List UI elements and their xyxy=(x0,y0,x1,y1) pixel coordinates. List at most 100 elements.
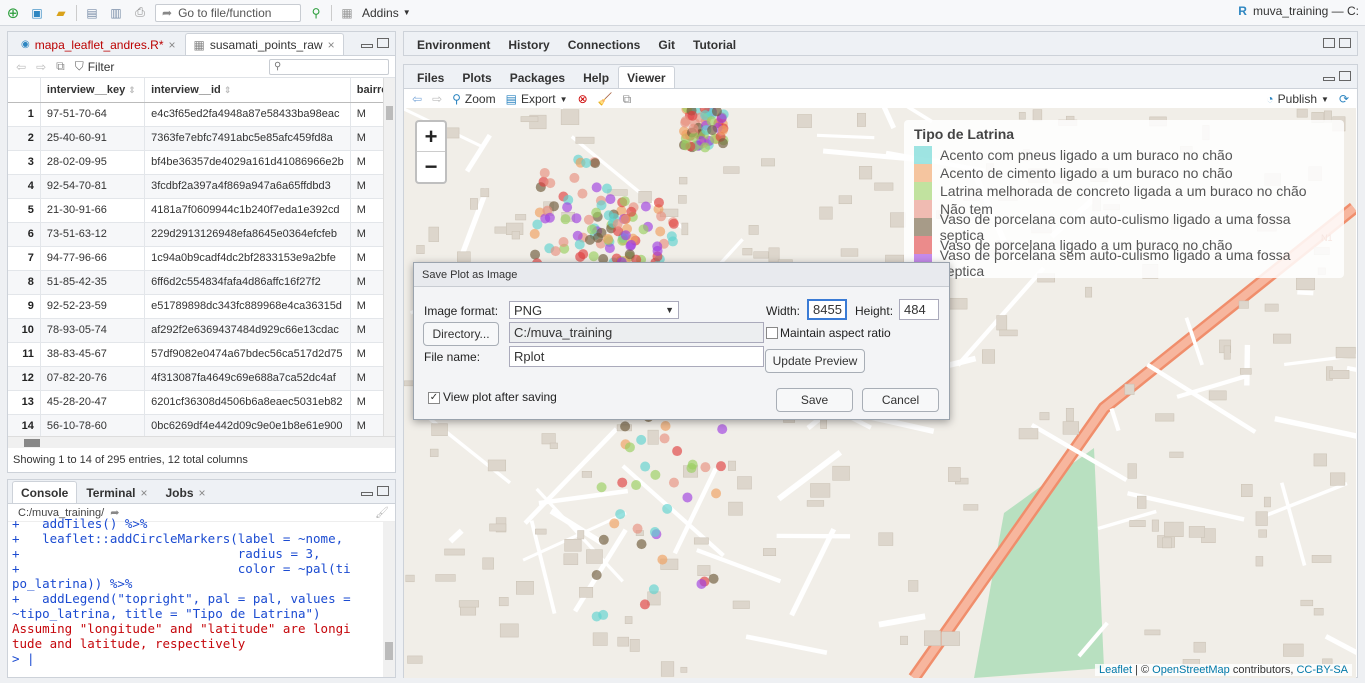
tab-console[interactable]: Console xyxy=(12,481,78,503)
directory-input[interactable]: C:/muva_training xyxy=(509,322,764,343)
addins-menu[interactable]: Addins ▼ xyxy=(362,6,411,20)
maximize-icon[interactable] xyxy=(377,486,389,496)
table-row[interactable]: 12 07-82-20-76 4f313087fa4649c69e688a7ca52… xyxy=(8,366,395,391)
tab-git[interactable]: Git xyxy=(649,33,684,55)
save-icon[interactable]: ▤ xyxy=(83,4,101,22)
table-row[interactable]: 13 45-28-20-47 6201cf36308d4506b6a8eaec503… xyxy=(8,390,395,415)
broom-icon[interactable]: 🧹 xyxy=(598,92,613,106)
tab-files[interactable]: Files xyxy=(408,66,453,88)
filename-input[interactable]: Rplot xyxy=(509,346,764,367)
export-button[interactable]: ▤ Export ▼ xyxy=(506,92,568,106)
tab-viewer[interactable]: Viewer xyxy=(618,66,675,88)
scrollbar-thumb[interactable] xyxy=(386,106,393,120)
forward-arrow-icon[interactable]: ⇨ xyxy=(432,92,442,106)
table-row[interactable]: 5 21-30-91-66 4181a7f0609944c1b240f7eda1e3… xyxy=(8,198,395,223)
table-row[interactable]: 9 92-52-23-59 e51789898dc343fc889968e4ca36… xyxy=(8,294,395,319)
tab-susamati-points[interactable]: ▦ susamati_points_raw × xyxy=(184,33,344,55)
publish-button[interactable]: ◔ Publish ▼ xyxy=(1266,92,1329,106)
building xyxy=(428,226,439,242)
tab-packages[interactable]: Packages xyxy=(501,66,574,88)
console-line: Assuming "longitude" and "latitude" are … xyxy=(12,621,351,636)
project-menu[interactable]: R muva_training — C: xyxy=(1238,4,1359,18)
forward-arrow-icon[interactable]: ⇨ xyxy=(36,60,46,74)
tab-tutorial[interactable]: Tutorial xyxy=(684,33,745,55)
tab-terminal[interactable]: Terminal × xyxy=(77,481,156,503)
maximize-icon[interactable] xyxy=(1339,38,1351,48)
table-row[interactable]: 7 94-77-96-66 1c94a0b9cadf4dc2bf2833153e9a… xyxy=(8,246,395,271)
new-file-icon[interactable]: ⊕ xyxy=(4,4,22,22)
row-number: 11 xyxy=(8,342,41,367)
table-row[interactable]: 14 56-10-78-60 0bc6269df4e442d09c9e0e1b8e6… xyxy=(8,414,395,439)
latrine-marker xyxy=(688,123,699,134)
tab-mapa-leaflet[interactable]: ◉ mapa_leaflet_andres.R* × xyxy=(12,33,185,55)
clear-viewer-icon[interactable]: ⊗ xyxy=(578,92,588,106)
minimize-icon[interactable] xyxy=(1323,77,1335,81)
back-arrow-icon[interactable]: ⇦ xyxy=(412,92,422,106)
maximize-icon[interactable] xyxy=(1339,71,1351,81)
table-row[interactable]: 11 38-83-45-67 57df9082e0474a67bdec56ca517… xyxy=(8,342,395,367)
column-header[interactable]: interview__id ⇕ xyxy=(144,78,351,103)
grid-layout-icon[interactable]: ▦ xyxy=(338,4,356,22)
table-row[interactable]: 10 78-93-05-74 af292f2e6369437484d929c66e1… xyxy=(8,318,395,343)
tab-jobs[interactable]: Jobs × xyxy=(156,481,214,503)
search-input[interactable]: ⚲ xyxy=(269,58,389,75)
close-icon[interactable]: × xyxy=(199,486,206,500)
tab-connections[interactable]: Connections xyxy=(559,33,650,55)
cancel-button[interactable]: Cancel xyxy=(862,388,939,412)
leaflet-link[interactable]: Leaflet xyxy=(1099,664,1132,676)
restore-icon[interactable] xyxy=(1323,38,1335,48)
legend-swatch xyxy=(914,200,932,218)
git-icon[interactable]: ⚲ xyxy=(307,4,325,22)
maximize-icon[interactable] xyxy=(377,38,389,48)
console-output[interactable]: + addTiles() %>% + leaflet::addCircleMark… xyxy=(8,516,395,670)
zoom-button[interactable]: ⚲ Zoom xyxy=(452,92,495,106)
tab-help[interactable]: Help xyxy=(574,66,618,88)
open-file-icon[interactable]: ▰ xyxy=(52,4,70,22)
zoom-in-button[interactable]: + xyxy=(417,122,445,152)
table-row[interactable]: 4 92-54-70-81 3fcdbf2a397a4f869a947a6a65ff… xyxy=(8,174,395,199)
back-arrow-icon[interactable]: ⇦ xyxy=(16,60,26,74)
height-input[interactable]: 484 xyxy=(899,299,939,320)
print-icon[interactable]: ⎙ xyxy=(131,4,149,22)
tab-environment[interactable]: Environment xyxy=(408,33,499,55)
view-after-checkbox[interactable]: ✓ xyxy=(428,392,440,404)
tab-history[interactable]: History xyxy=(499,33,558,55)
tab-plots[interactable]: Plots xyxy=(453,66,500,88)
directory-button[interactable]: Directory... xyxy=(423,322,499,346)
refresh-icon[interactable]: ⟳ xyxy=(1339,92,1349,106)
table-row[interactable]: 2 25-40-60-91 7363fe7ebfc7491abc5e85afc459… xyxy=(8,126,395,151)
console-scrollbar[interactable] xyxy=(383,522,395,677)
vertical-scrollbar[interactable] xyxy=(383,78,395,448)
table-row[interactable]: 3 28-02-09-95 bf4be36357de4029a161d4108696… xyxy=(8,150,395,175)
new-project-icon[interactable]: ▣ xyxy=(28,4,46,22)
minimize-icon[interactable] xyxy=(361,44,373,48)
popout-icon[interactable]: ⧉ xyxy=(56,59,65,74)
close-icon[interactable]: × xyxy=(168,38,175,52)
license-link[interactable]: CC-BY-SA xyxy=(1296,664,1348,676)
table-row[interactable]: 6 73-51-63-12 229d2913126948efa8645e0364ef… xyxy=(8,222,395,247)
minimize-icon[interactable] xyxy=(361,492,373,496)
column-header[interactable] xyxy=(8,78,41,103)
close-icon[interactable]: × xyxy=(140,486,147,500)
format-select[interactable]: PNG ▼ xyxy=(509,301,679,319)
width-input[interactable]: 8455 xyxy=(807,299,847,320)
save-plot-dialog: Save Plot as Image Image format: PNG ▼ W… xyxy=(413,262,950,420)
save-all-icon[interactable]: ▥ xyxy=(107,4,125,22)
popout-icon[interactable]: ⧉ xyxy=(623,92,632,107)
goto-file-input[interactable]: ➦ Go to file/function xyxy=(155,3,301,22)
column-header[interactable]: interview__key ⇕ xyxy=(40,78,146,103)
horizontal-scrollbar[interactable] xyxy=(8,436,395,448)
osm-link[interactable]: OpenStreetMap xyxy=(1152,664,1230,676)
scrollbar-thumb[interactable] xyxy=(24,439,40,447)
zoom-out-button[interactable]: − xyxy=(417,152,445,182)
close-icon[interactable]: × xyxy=(328,38,335,52)
building xyxy=(742,248,753,256)
save-button[interactable]: Save xyxy=(776,388,853,412)
table-row[interactable]: 1 97-51-70-64 e4c3f65ed2fa4948a87e58433ba9… xyxy=(8,102,395,127)
update-preview-button[interactable]: Update Preview xyxy=(765,349,865,373)
scrollbar-thumb[interactable] xyxy=(385,642,393,660)
filter-button[interactable]: ⛉ Filter xyxy=(75,59,115,74)
latrine-marker xyxy=(682,492,693,503)
aspect-ratio-checkbox[interactable] xyxy=(766,327,778,339)
table-row[interactable]: 8 51-85-42-35 6ff6d2c554834fafa4d86affc16f… xyxy=(8,270,395,295)
